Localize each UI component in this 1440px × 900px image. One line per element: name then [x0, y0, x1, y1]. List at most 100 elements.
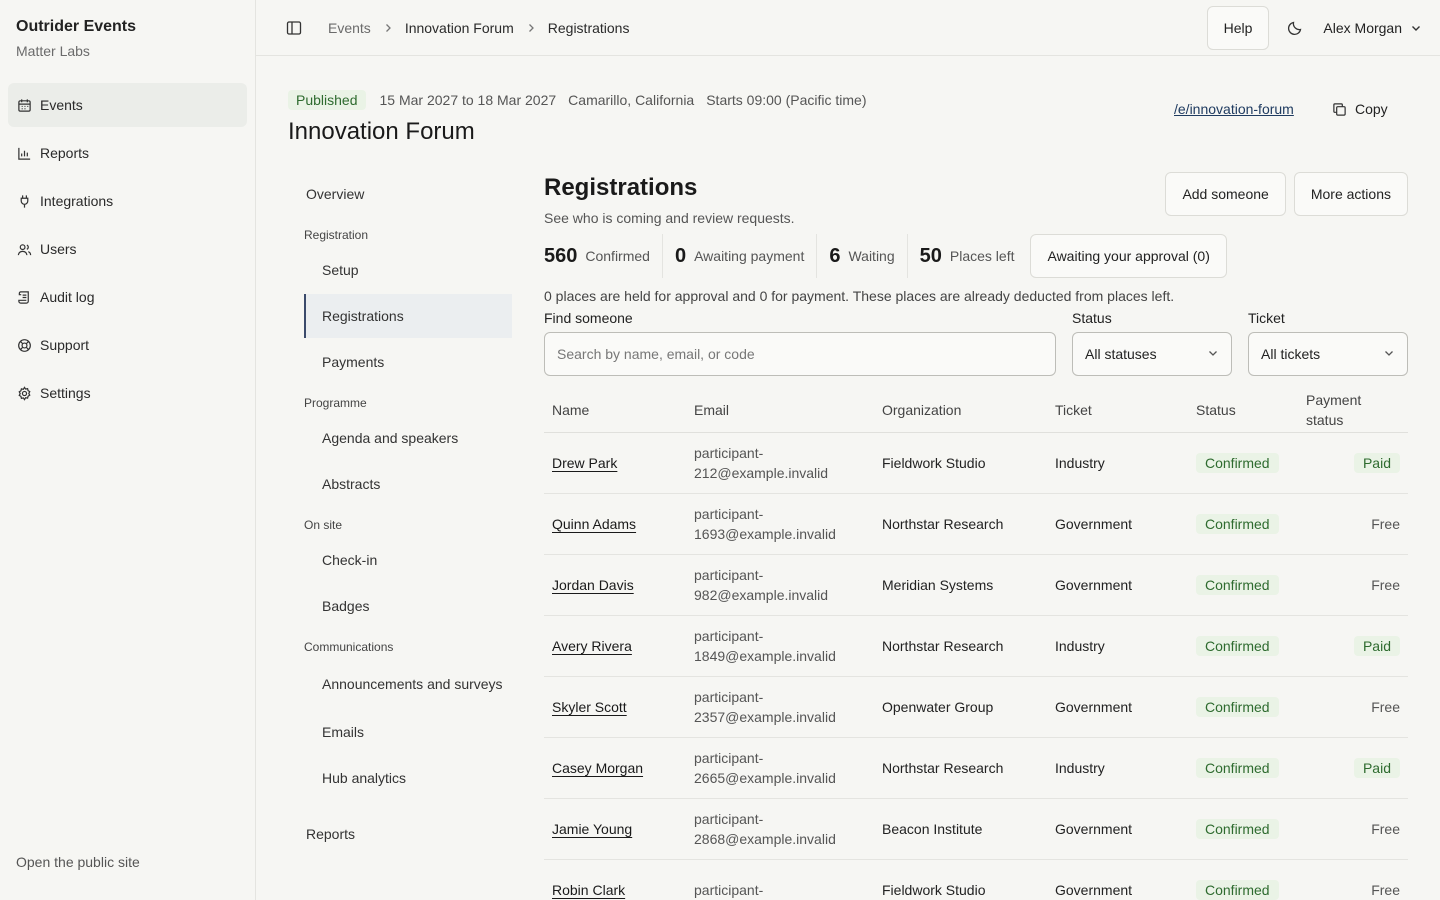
event-location: Camarillo, California — [568, 92, 695, 108]
sidebar-toggle-icon[interactable] — [286, 20, 302, 36]
cell-name: Jordan Davis — [544, 554, 686, 616]
status-select[interactable]: All statuses — [1072, 332, 1232, 376]
email-line-2: 982@example.invalid — [694, 586, 829, 603]
table-row[interactable]: Robin Clark participant- Fieldwork Studio G… — [544, 859, 1408, 900]
moon-icon[interactable] — [1287, 20, 1303, 36]
stat-number: 6 — [829, 244, 841, 267]
breadcrumb-events[interactable]: Events — [328, 20, 371, 36]
add-someone-button[interactable]: Add someone — [1165, 172, 1286, 216]
sidebar-item-audit-log[interactable]: Audit log — [8, 275, 247, 319]
sidebar-item-support[interactable]: Support — [8, 323, 247, 367]
cell-name: Casey Morgan — [544, 737, 686, 799]
subnav-badges[interactable]: Badges — [304, 584, 512, 628]
subnav-abstracts[interactable]: Abstracts — [304, 462, 512, 506]
more-actions-button[interactable]: More actions — [1293, 172, 1408, 216]
column-header-ticket[interactable]: Ticket — [1047, 388, 1188, 433]
help-button[interactable]: Help — [1206, 6, 1270, 50]
cell-payment-status: Free — [1298, 798, 1408, 860]
subnav-setup[interactable]: Setup — [304, 248, 512, 292]
status-badge: Confirmed — [1196, 879, 1279, 900]
ticket-select[interactable]: All tickets — [1248, 332, 1408, 376]
subnav-registrations[interactable]: Registrations — [304, 294, 512, 338]
subnav-reports[interactable]: Reports — [304, 812, 512, 856]
table-row[interactable]: Avery Rivera participant- 1849@example.inv… — [544, 615, 1408, 677]
cell-payment-status: Free — [1298, 676, 1408, 738]
column-header-name[interactable]: Name — [544, 388, 686, 433]
sidebar-item-settings[interactable]: Settings — [8, 371, 247, 415]
copy-icon — [1332, 102, 1347, 117]
stat-number: 50 — [919, 244, 942, 267]
user-menu[interactable]: Alex Morgan — [1323, 20, 1422, 36]
status-badge: Confirmed — [1196, 635, 1279, 656]
public-event-link[interactable]: /e/innovation-forum — [1174, 101, 1294, 117]
subnav-agenda[interactable]: Agenda and speakers — [304, 416, 512, 460]
status-badge: Confirmed — [1196, 696, 1279, 717]
cell-status: Confirmed — [1188, 676, 1298, 738]
registrations-table: Name Email Organization Ticket Status Pa… — [544, 388, 1408, 900]
cell-organization: Beacon Institute — [874, 798, 1047, 860]
status-badge: Confirmed — [1196, 452, 1279, 473]
bar-chart-icon — [16, 145, 32, 161]
payment-status-badge: Free — [1371, 698, 1400, 715]
table-row[interactable]: Casey Morgan participant- 2665@example.inv… — [544, 737, 1408, 799]
cell-ticket: Government — [1047, 859, 1188, 900]
sidebar: Outrider Events Matter Labs Events Repor… — [0, 0, 256, 900]
table-row[interactable]: Jamie Young participant- 2868@example.inva… — [544, 798, 1408, 860]
search-input[interactable] — [544, 332, 1056, 376]
sidebar-item-label: Reports — [40, 145, 90, 161]
open-public-site-link[interactable]: Open the public site — [16, 854, 140, 870]
column-header-status[interactable]: Status — [1188, 388, 1298, 433]
awaiting-approval-button[interactable]: Awaiting your approval (0) — [1030, 234, 1227, 278]
brand-org: Matter Labs — [16, 43, 90, 59]
cell-email: participant- 2665@example.invalid — [686, 737, 874, 799]
sidebar-item-reports[interactable]: Reports — [8, 131, 247, 175]
table-row[interactable]: Jordan Davis participant- 982@example.inva… — [544, 554, 1408, 616]
email-line-1: participant- — [694, 688, 764, 705]
table-row[interactable]: Skyler Scott participant- 2357@example.inv… — [544, 676, 1408, 738]
stat-waiting: 6 Waiting — [829, 234, 908, 278]
subnav-hub-analytics[interactable]: Hub analytics — [304, 756, 512, 800]
cell-organization: Northstar Research — [874, 615, 1047, 677]
cell-organization: Fieldwork Studio — [874, 432, 1047, 494]
cell-email: participant- 212@example.invalid — [686, 432, 874, 494]
registrant-name-link[interactable]: Casey Morgan — [552, 760, 643, 776]
cell-organization: Fieldwork Studio — [874, 859, 1047, 900]
sidebar-item-label: Integrations — [40, 193, 114, 209]
subnav-emails[interactable]: Emails — [304, 710, 512, 754]
column-header-organization[interactable]: Organization — [874, 388, 1047, 433]
subnav-check-in[interactable]: Check-in — [304, 538, 512, 582]
sidebar-item-integrations[interactable]: Integrations — [8, 179, 247, 223]
subnav-overview[interactable]: Overview — [304, 172, 512, 216]
cell-name: Jamie Young — [544, 798, 686, 860]
table-body: Drew Park participant- 212@example.invalid… — [544, 432, 1408, 900]
column-header-payment-status[interactable]: Payment status — [1298, 388, 1408, 433]
subnav-payments[interactable]: Payments — [304, 340, 512, 384]
registrant-name-link[interactable]: Robin Clark — [552, 882, 625, 898]
email-line-2: 2868@example.invalid — [694, 830, 836, 847]
chevron-down-icon — [1383, 346, 1395, 362]
sidebar-item-events[interactable]: Events — [8, 83, 247, 127]
registrant-name-link[interactable]: Quinn Adams — [552, 516, 636, 532]
copy-button[interactable]: Copy — [1332, 101, 1388, 117]
cell-name: Quinn Adams — [544, 493, 686, 555]
registrant-name-link[interactable]: Drew Park — [552, 455, 617, 471]
sidebar-item-users[interactable]: Users — [8, 227, 247, 271]
subnav-group-registration: Registration — [304, 228, 369, 242]
lifebuoy-icon — [16, 337, 32, 353]
table-row[interactable]: Drew Park participant- 212@example.invalid… — [544, 432, 1408, 494]
registrant-name-link[interactable]: Skyler Scott — [552, 699, 627, 715]
table-row[interactable]: Quinn Adams participant- 1693@example.inva… — [544, 493, 1408, 555]
cell-email: participant- 2868@example.invalid — [686, 798, 874, 860]
registrant-name-link[interactable]: Jordan Davis — [552, 577, 634, 593]
cell-email: participant- 2357@example.invalid — [686, 676, 874, 738]
breadcrumb-event[interactable]: Innovation Forum — [405, 20, 514, 36]
status-filter-label: Status — [1072, 310, 1112, 326]
registrations-panel: Registrations See who is coming and revi… — [544, 172, 1408, 900]
subnav-announcements[interactable]: Announcements and surveys — [304, 660, 512, 708]
registrant-name-link[interactable]: Avery Rivera — [552, 638, 632, 654]
cell-email: participant- 982@example.invalid — [686, 554, 874, 616]
column-header-email[interactable]: Email — [686, 388, 874, 433]
cell-name: Avery Rivera — [544, 615, 686, 677]
registrant-name-link[interactable]: Jamie Young — [552, 821, 632, 837]
cell-organization: Northstar Research — [874, 493, 1047, 555]
